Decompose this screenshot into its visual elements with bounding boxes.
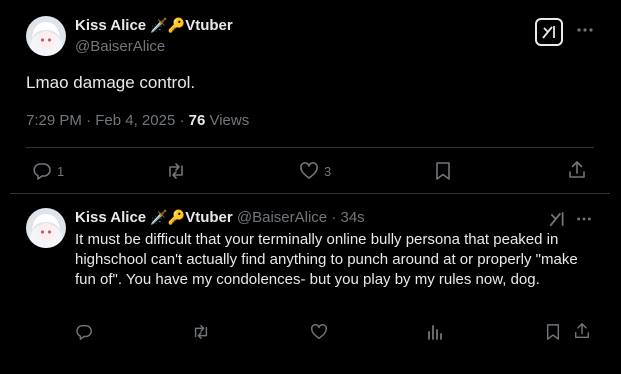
post-time[interactable]: 7:29 PM xyxy=(26,112,82,129)
reply-icon xyxy=(32,161,52,181)
post-meta: 7:29 PM · Feb 4, 2025 · 76 Views xyxy=(26,112,250,129)
share-icon xyxy=(573,322,591,340)
repost-button[interactable] xyxy=(165,161,187,181)
grok-icon[interactable] xyxy=(535,18,563,46)
reply-button[interactable] xyxy=(75,323,93,341)
name-emojis: 🗡️🔑 xyxy=(150,209,186,225)
scrollbar[interactable] xyxy=(615,0,621,374)
more-icon[interactable] xyxy=(575,20,595,40)
name-emojis: 🗡️🔑 xyxy=(150,17,186,33)
reply-icon xyxy=(75,323,93,341)
author-handle[interactable]: @BaiserAlice xyxy=(237,209,327,226)
reply-count: 1 xyxy=(57,163,65,179)
bookmark-icon xyxy=(545,323,561,341)
repost-icon xyxy=(165,161,187,181)
display-name[interactable]: Kiss Alice xyxy=(75,17,146,34)
bookmark-button[interactable] xyxy=(434,161,452,181)
display-name[interactable]: Kiss Alice xyxy=(75,209,146,226)
divider xyxy=(26,147,594,148)
reply-header: Kiss Alice 🗡️🔑Vtuber @BaiserAlice · 34s xyxy=(75,209,365,226)
views-button[interactable] xyxy=(426,323,444,341)
more-icon[interactable] xyxy=(575,210,593,228)
views-label: Views xyxy=(209,112,250,129)
bookmark-icon xyxy=(434,161,452,181)
post-date[interactable]: Feb 4, 2025 xyxy=(95,112,175,129)
reply-text: It must be difficult that your terminall… xyxy=(75,231,578,288)
reply-button[interactable]: 1 xyxy=(32,161,64,181)
like-icon xyxy=(299,161,319,181)
like-count: 3 xyxy=(324,163,332,179)
name-suffix[interactable]: Vtuber xyxy=(185,17,233,34)
name-suffix[interactable]: Vtuber xyxy=(185,209,233,226)
views-icon xyxy=(426,323,444,341)
bookmark-button[interactable] xyxy=(545,323,561,341)
share-button[interactable] xyxy=(573,322,591,340)
post-text: Lmao damage control. xyxy=(26,73,196,92)
share-button[interactable] xyxy=(567,160,587,180)
share-icon xyxy=(567,160,587,180)
views-count: 76 xyxy=(188,112,206,129)
author-name[interactable]: Kiss Alice 🗡️🔑Vtuber xyxy=(75,17,233,34)
repost-button[interactable] xyxy=(191,323,211,341)
divider xyxy=(10,193,610,194)
author-handle[interactable]: @BaiserAlice xyxy=(75,38,165,55)
post-thread: Kiss Alice 🗡️🔑Vtuber @BaiserAlice Lmao d… xyxy=(0,0,621,374)
like-button[interactable] xyxy=(310,323,328,341)
like-icon xyxy=(310,323,328,341)
repost-icon xyxy=(191,323,211,341)
avatar[interactable] xyxy=(26,16,66,56)
post-time[interactable]: 34s xyxy=(341,209,365,226)
avatar[interactable] xyxy=(26,208,66,248)
like-button[interactable]: 3 xyxy=(299,161,331,181)
grok-icon[interactable] xyxy=(548,210,566,228)
